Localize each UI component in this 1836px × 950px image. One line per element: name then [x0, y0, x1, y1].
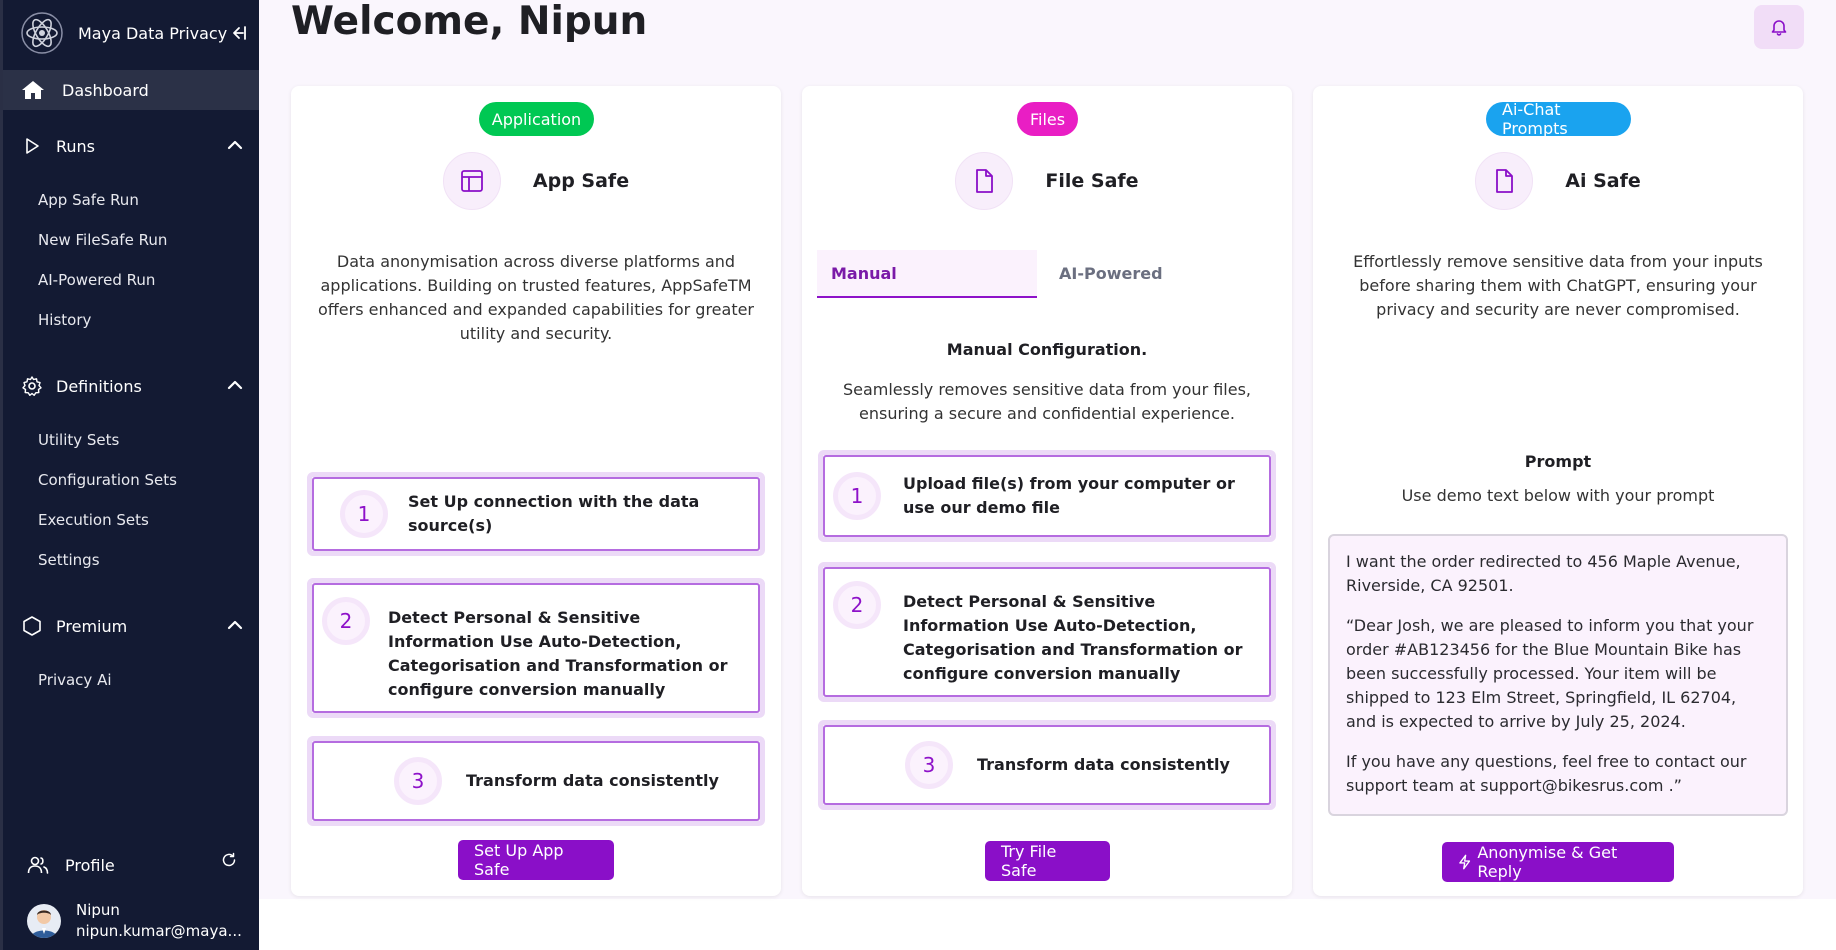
sidebar-item-app-safe-run[interactable]: App Safe Run — [38, 191, 139, 209]
card-description: Effortlessly remove sensitive data from … — [1353, 252, 1763, 319]
step-card: 3 Transform data consistently — [818, 720, 1276, 810]
sidebar-item-label: Dashboard — [62, 80, 149, 100]
page-title: Welcome, Nipun — [291, 0, 648, 44]
step-number: 2 — [322, 597, 370, 645]
ai-chat-prompts-badge: Ai-Chat Prompts — [1486, 100, 1631, 138]
zap-icon — [1459, 854, 1471, 870]
collapse-sidebar-icon[interactable] — [229, 24, 247, 42]
card-title: Ai Safe — [1565, 170, 1641, 192]
notifications-button[interactable] — [1754, 5, 1804, 49]
app-name: Maya Data Privacy — [78, 23, 228, 43]
sidebar-item-execution-sets[interactable]: Execution Sets — [38, 511, 149, 529]
card-description: Seamlessly removes sensitive data from y… — [842, 380, 1252, 423]
sidebar: Maya Data Privacy Dashboard Runs App Saf… — [0, 0, 259, 950]
sidebar-item-ai-powered-run[interactable]: AI-Powered Run — [38, 271, 155, 289]
avatar — [27, 904, 61, 938]
user-name: Nipun — [76, 901, 120, 919]
step-number: 1 — [340, 490, 388, 538]
card-header: Ai Safe — [1313, 152, 1803, 210]
anonymise-get-reply-button[interactable]: Anonymise & Get Reply — [1442, 842, 1674, 882]
brand[interactable]: Maya Data Privacy — [21, 12, 227, 54]
prompt-paragraph: “Dear Josh, we are pleased to inform you… — [1346, 616, 1754, 731]
sidebar-item-configuration-sets[interactable]: Configuration Sets — [38, 471, 177, 489]
step-text: Detect Personal & Sensitive Information … — [388, 608, 728, 699]
sidebar-section-definitions[interactable]: Definitions — [3, 366, 259, 406]
footer-strip — [259, 899, 1836, 950]
try-file-safe-button[interactable]: Try File Safe — [985, 841, 1110, 881]
step-number: 2 — [833, 581, 881, 629]
prompt-paragraph: I want the order redirected to 456 Maple… — [1346, 552, 1741, 595]
sidebar-item-settings[interactable]: Settings — [38, 551, 100, 569]
card-title: File Safe — [1045, 170, 1139, 192]
step-text: Detect Personal & Sensitive Information … — [903, 592, 1243, 683]
chevron-up-icon — [227, 140, 243, 150]
step-number: 1 — [833, 472, 881, 520]
atom-logo-icon — [21, 12, 63, 54]
sidebar-section-label: Definitions — [56, 376, 142, 396]
hexagon-icon — [23, 616, 41, 636]
card-header: App Safe — [291, 152, 781, 210]
card-header: File Safe — [802, 152, 1292, 210]
user-email: nipun.kumar@maya... — [76, 922, 242, 940]
step-card: 3 Transform data consistently — [307, 736, 765, 826]
config-title: Manual Configuration. — [946, 340, 1148, 359]
step-number: 3 — [394, 757, 442, 805]
sidebar-section-runs[interactable]: Runs — [3, 126, 259, 166]
prompt-subtitle: Use demo text below with your prompt — [1401, 486, 1715, 505]
sidebar-item-dashboard[interactable]: Dashboard — [3, 70, 259, 110]
step-text: Upload file(s) from your computer or use… — [903, 474, 1235, 517]
prompt-title: Prompt — [1524, 452, 1592, 471]
tab-ai-powered[interactable]: AI-Powered — [1059, 250, 1163, 298]
ai-safe-card: Ai-Chat Prompts Ai Safe Effortlessly rem… — [1313, 86, 1803, 896]
user-info[interactable]: Nipun nipun.kumar@maya... — [27, 900, 246, 942]
sidebar-item-history[interactable]: History — [38, 311, 91, 329]
step-card: 1 Upload file(s) from your computer or u… — [818, 450, 1276, 542]
sidebar-section-label: Premium — [56, 616, 128, 636]
sidebar-section-premium[interactable]: Premium — [3, 606, 259, 646]
application-badge: Application — [479, 102, 594, 136]
button-label: Anonymise & Get Reply — [1477, 843, 1618, 881]
file-icon — [1475, 152, 1534, 210]
sidebar-section-label: Runs — [56, 136, 96, 156]
step-text: Transform data consistently — [977, 755, 1230, 774]
chevron-up-icon — [227, 380, 243, 390]
play-icon — [26, 138, 39, 154]
files-badge: Files — [1017, 102, 1078, 136]
step-card: 2 Detect Personal & Sensitive Informatio… — [818, 562, 1276, 702]
tab-manual[interactable]: Manual — [817, 250, 1037, 298]
prompt-paragraph: If you have any questions, feel free to … — [1346, 752, 1747, 795]
users-icon — [27, 856, 49, 874]
step-text: Transform data consistently — [466, 771, 719, 790]
sidebar-item-privacy-ai[interactable]: Privacy Ai — [38, 671, 112, 689]
demo-prompt-text[interactable]: I want the order redirected to 456 Maple… — [1328, 534, 1788, 816]
sidebar-item-profile[interactable]: Profile — [3, 850, 259, 880]
mode-tabs: Manual AI-Powered — [817, 250, 1277, 298]
step-text: Set Up connection with the data source(s… — [408, 492, 700, 535]
file-icon — [955, 152, 1014, 210]
chevron-up-icon — [227, 620, 243, 630]
sidebar-item-new-filesafe-run[interactable]: New FileSafe Run — [38, 231, 167, 249]
layout-icon — [442, 152, 501, 210]
step-card: 1 Set Up connection with the data source… — [307, 472, 765, 556]
app-safe-card: Application App Safe Data anonymisation … — [291, 86, 781, 896]
step-number: 3 — [905, 741, 953, 789]
file-safe-card: Files File Safe Manual AI-Powered Manual… — [802, 86, 1292, 896]
gear-icon — [22, 376, 42, 396]
home-icon — [22, 81, 44, 99]
bell-icon — [1771, 20, 1787, 36]
card-description: Data anonymisation across diverse platfo… — [317, 252, 755, 343]
sidebar-item-utility-sets[interactable]: Utility Sets — [38, 431, 119, 449]
profile-label: Profile — [65, 855, 115, 875]
set-up-app-safe-button[interactable]: Set Up App Safe — [458, 840, 614, 880]
card-title: App Safe — [532, 170, 630, 192]
refresh-icon[interactable] — [221, 852, 237, 868]
step-card: 2 Detect Personal & Sensitive Informatio… — [307, 578, 765, 718]
